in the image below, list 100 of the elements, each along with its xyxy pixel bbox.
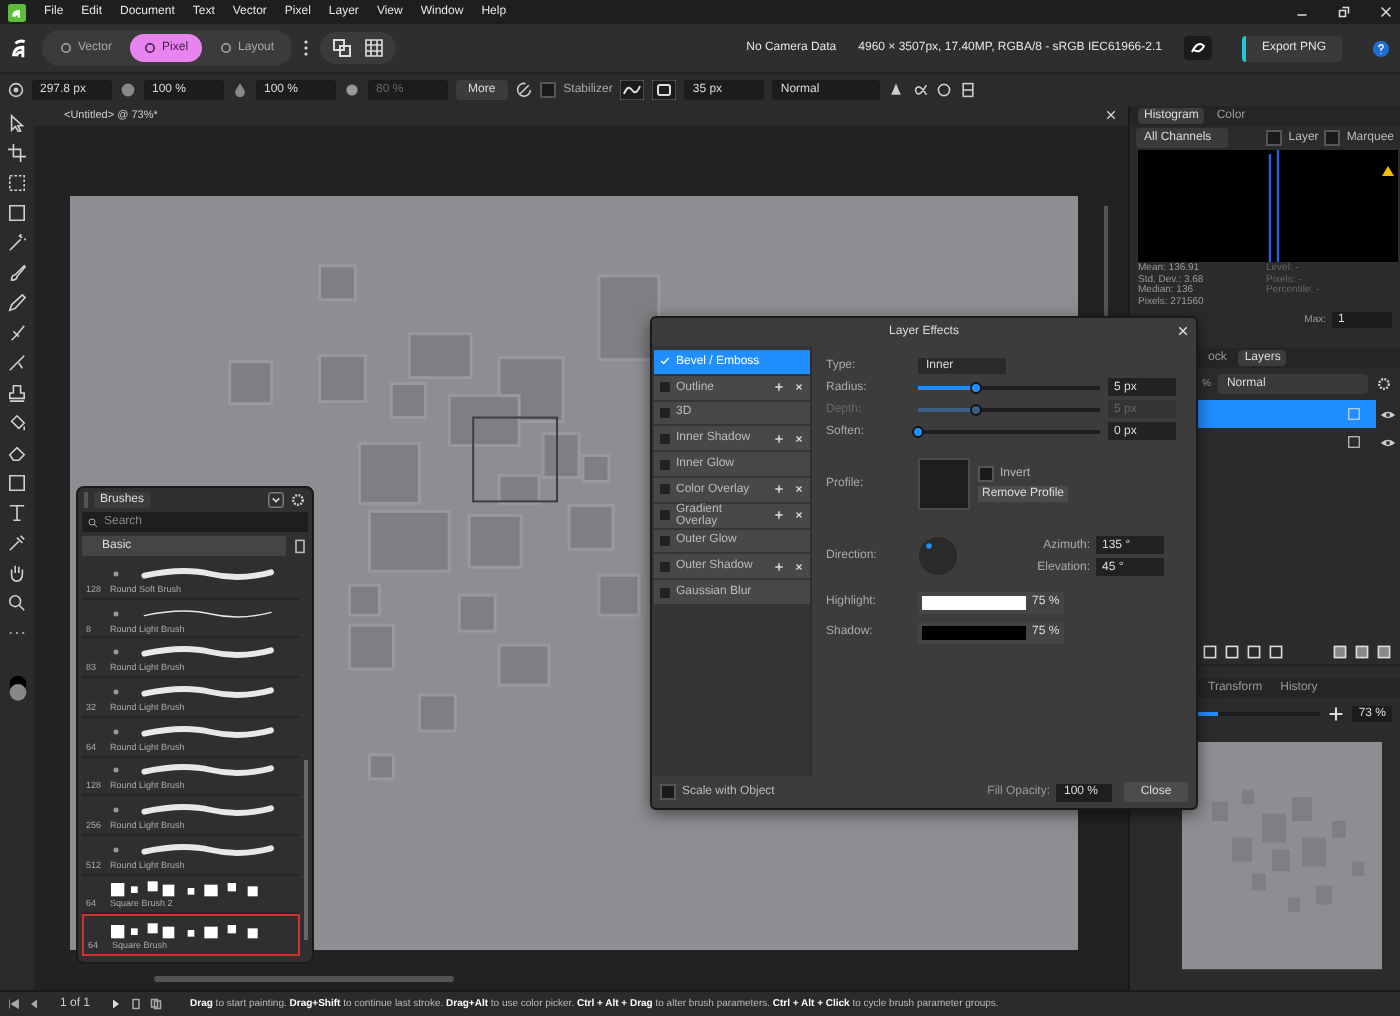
- close-icon[interactable]: [794, 484, 804, 495]
- plus-icon[interactable]: [774, 510, 784, 521]
- effect-checkbox[interactable]: [660, 407, 670, 418]
- plus-icon[interactable]: [774, 561, 784, 572]
- circle-icon: [60, 42, 72, 54]
- zoom-slider[interactable]: [1198, 712, 1219, 717]
- circle-icon: [144, 42, 157, 54]
- layer-row[interactable]: [1194, 400, 1376, 429]
- embossed-square: [567, 503, 615, 551]
- slider-thumb[interactable]: [912, 425, 924, 437]
- brush-size-icon: [8, 82, 24, 98]
- embossed-square: [228, 359, 274, 405]
- marquee-icon[interactable]: [8, 204, 26, 222]
- visibility-eye-icon[interactable]: [1380, 437, 1396, 448]
- embossed-square: [318, 263, 357, 301]
- effect-checkbox[interactable]: [660, 382, 670, 393]
- trash-icon[interactable]: [292, 538, 308, 554]
- effect-checkbox[interactable]: [660, 535, 670, 546]
- rope-icon[interactable]: [620, 80, 645, 100]
- close-icon[interactable]: [794, 433, 804, 444]
- embossed-square: [597, 573, 641, 617]
- invert-checkbox[interactable]: [978, 466, 994, 482]
- embossed-square: [457, 593, 497, 633]
- layer-badge-icon[interactable]: [1348, 436, 1360, 449]
- embossed-square: [417, 693, 457, 732]
- embossed-square: [318, 353, 367, 403]
- color-swatch[interactable]: [922, 595, 1026, 609]
- circle-icon: [220, 42, 233, 54]
- drop-icon: [232, 82, 248, 98]
- dashed-rectangle-icon[interactable]: [8, 174, 26, 192]
- pencil-icon[interactable]: [8, 294, 26, 312]
- close-icon[interactable]: [1380, 6, 1392, 18]
- help-icon[interactable]: [1372, 39, 1390, 57]
- text-icon-drawing[interactable]: [8, 504, 26, 522]
- rotate-icon[interactable]: [936, 82, 953, 98]
- loop-icon[interactable]: [1183, 36, 1212, 60]
- eraser-icon[interactable]: [8, 444, 26, 462]
- color-swatch[interactable]: [922, 625, 1026, 639]
- rectangle-icon[interactable]: [8, 474, 26, 492]
- gear-icon[interactable]: [290, 492, 306, 508]
- embossed-square: [367, 752, 395, 780]
- close-icon[interactable]: [1178, 326, 1188, 336]
- plus-icon[interactable]: [1328, 706, 1345, 723]
- scrollbar[interactable]: [154, 976, 454, 982]
- crop-icon[interactable]: [8, 144, 26, 162]
- circle-icon: [120, 82, 136, 98]
- overlap-squares-icon[interactable]: [332, 38, 353, 58]
- hand-icon[interactable]: [8, 564, 26, 582]
- next-page-icon[interactable]: [110, 998, 123, 1010]
- embossed-square: [497, 643, 551, 687]
- scrollbar[interactable]: [304, 760, 308, 940]
- page-icon[interactable]: [130, 998, 143, 1010]
- stamp-icon[interactable]: [8, 384, 26, 402]
- embossed-square: [447, 393, 521, 447]
- effect-checkbox[interactable]: [660, 433, 670, 444]
- eyedropper-icon[interactable]: [8, 534, 26, 552]
- color-swatches-icon[interactable]: [7, 674, 27, 704]
- app-logo-icon: [8, 3, 26, 21]
- cursor-icon[interactable]: [8, 114, 26, 132]
- grid-icon[interactable]: [364, 38, 385, 58]
- scale-checkbox[interactable]: [660, 784, 676, 800]
- effect-checkbox[interactable]: [660, 484, 670, 495]
- embossed-square: [467, 513, 523, 569]
- bucket-icon[interactable]: [8, 414, 26, 432]
- plus-icon[interactable]: [774, 484, 784, 495]
- restore-icon[interactable]: [1338, 6, 1350, 18]
- more-icon[interactable]: [302, 38, 311, 58]
- profile-curve-swatch[interactable]: [918, 458, 970, 510]
- stabilizer-checkbox[interactable]: [539, 82, 556, 98]
- embossed-square: [347, 583, 381, 617]
- embossed-square: [367, 509, 451, 573]
- embossed-square: [347, 623, 395, 671]
- effect-checkbox[interactable]: [660, 587, 670, 598]
- plus-icon[interactable]: [774, 382, 784, 393]
- embossed-square: [357, 441, 421, 505]
- zoom-icon[interactable]: [8, 594, 26, 612]
- filmstrip-icon[interactable]: [960, 82, 977, 98]
- option-checkbox[interactable]: [1324, 130, 1341, 146]
- close-icon[interactable]: [794, 561, 804, 572]
- alpha-icon[interactable]: [912, 82, 929, 98]
- chevron-down-icon[interactable]: [268, 492, 284, 508]
- gear-icon[interactable]: [1376, 376, 1392, 393]
- close-icon[interactable]: [794, 510, 804, 521]
- embossed-square: [597, 273, 661, 361]
- close-icon[interactable]: [1106, 110, 1116, 121]
- effect-checkbox[interactable]: [660, 561, 670, 572]
- window-mode-icon[interactable]: [652, 80, 677, 100]
- previous-page-icon[interactable]: [28, 998, 40, 1010]
- effect-checkbox[interactable]: [660, 459, 670, 470]
- search-icon: [88, 517, 98, 527]
- visibility-eye-icon[interactable]: [1380, 409, 1396, 420]
- option-checkbox[interactable]: [1266, 130, 1283, 146]
- checkmark-icon[interactable]: [660, 356, 670, 367]
- effect-checkbox[interactable]: [660, 510, 670, 521]
- first-page-icon[interactable]: [8, 998, 20, 1010]
- close-icon[interactable]: [794, 382, 804, 393]
- magic-wand-icon[interactable]: [8, 234, 26, 252]
- pages-icon[interactable]: [150, 998, 163, 1010]
- plus-icon[interactable]: [774, 433, 784, 444]
- slider-thumb[interactable]: [970, 381, 983, 393]
